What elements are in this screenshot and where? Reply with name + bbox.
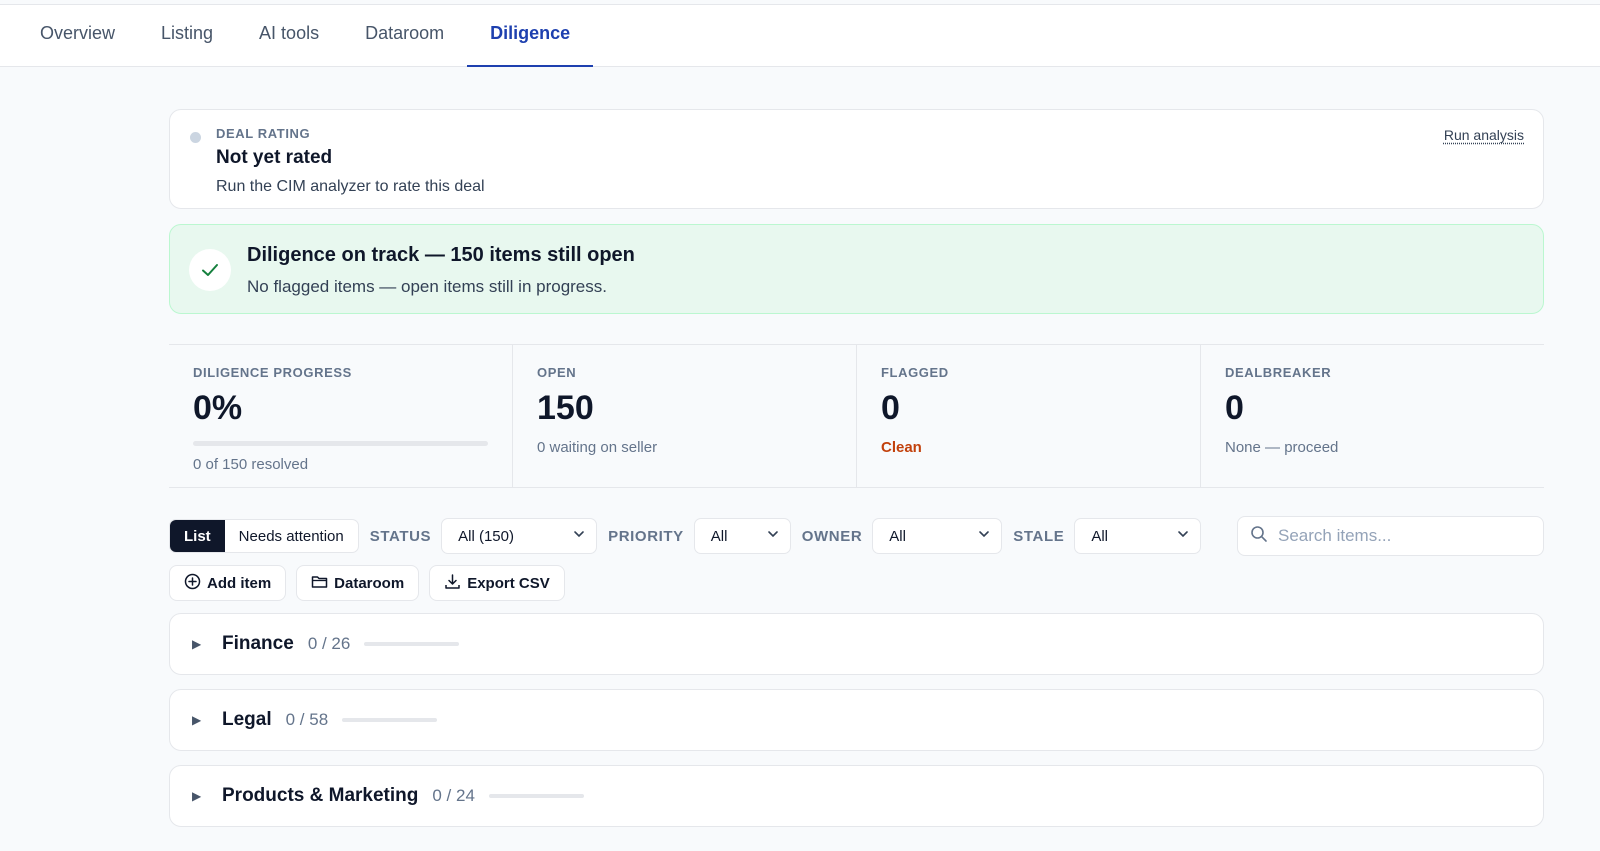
section-count: 0 / 58 <box>285 710 329 729</box>
stat-value: 0 <box>881 389 900 427</box>
stale-select[interactable]: All <box>1074 518 1202 554</box>
folder-icon <box>311 573 328 594</box>
section-list: ▶ Finance 0 / 26 ▶ Legal 0 / 58 ▶ Produc… <box>169 613 1544 827</box>
section-legal[interactable]: ▶ Legal 0 / 58 <box>169 689 1544 751</box>
add-item-label: Add item <box>207 574 272 592</box>
priority-filter-label: PRIORITY <box>608 527 684 545</box>
stat-dealbreaker: DEALBREAKER 0 None — proceed <box>1200 345 1544 487</box>
rating-title: Not yet rated <box>216 147 333 168</box>
plus-circle-icon <box>184 573 201 594</box>
owner-select[interactable]: All <box>872 518 1003 554</box>
chevron-down-icon <box>572 527 586 545</box>
stat-flagged: FLAGGED 0 Clean <box>856 345 1200 487</box>
priority-select-value: All <box>710 527 728 545</box>
dataroom-label: Dataroom <box>334 574 405 592</box>
status-filter-label: STATUS <box>369 527 432 545</box>
stat-note: None — proceed <box>1225 439 1339 457</box>
caret-right-icon[interactable]: ▶ <box>192 789 222 803</box>
status-select[interactable]: All (150) <box>441 518 598 554</box>
tab-dataroom[interactable]: Dataroom <box>342 5 467 66</box>
caret-right-icon[interactable]: ▶ <box>192 637 222 651</box>
rating-subtitle: Run the CIM analyzer to rate this deal <box>216 178 485 195</box>
caret-right-icon[interactable]: ▶ <box>192 713 222 727</box>
stats-row: DILIGENCE PROGRESS 0% 0 of 150 resolved … <box>169 344 1544 488</box>
stat-value: 0% <box>193 389 243 427</box>
owner-select-value: All <box>889 527 906 545</box>
view-list-button[interactable]: List <box>170 520 225 552</box>
tab-listing[interactable]: Listing <box>138 5 236 66</box>
owner-filter-label: OWNER <box>801 527 863 545</box>
tab-bar: Overview Listing AI tools Dataroom Dilig… <box>0 4 1600 67</box>
search-icon <box>1250 525 1268 548</box>
section-name: Legal <box>222 709 272 730</box>
rating-status-dot <box>190 132 201 143</box>
rating-eyebrow: DEAL RATING <box>216 126 311 141</box>
section-progress-bar <box>342 718 438 722</box>
stat-value: 150 <box>537 389 594 427</box>
stat-note: Clean <box>881 439 922 457</box>
search-input[interactable] <box>1278 526 1528 546</box>
filter-bar: List Needs attention STATUS All (150) PR… <box>169 516 1544 556</box>
deal-rating-card: DEAL RATING Not yet rated Run the CIM an… <box>169 109 1544 209</box>
diligence-panel: DEAL RATING Not yet rated Run the CIM an… <box>169 109 1544 827</box>
dataroom-button[interactable]: Dataroom <box>296 565 420 601</box>
view-toggle: List Needs attention <box>169 519 359 553</box>
add-item-button[interactable]: Add item <box>169 565 287 601</box>
stat-label: DEALBREAKER <box>1225 365 1332 380</box>
progress-bar <box>193 441 488 447</box>
action-bar: Add item Dataroom Export CSV <box>169 565 1544 601</box>
check-icon <box>189 249 231 291</box>
run-analysis-link[interactable]: Run analysis <box>1444 127 1524 143</box>
chevron-down-icon <box>1176 527 1190 545</box>
stale-select-value: All <box>1091 527 1108 545</box>
stat-open: OPEN 150 0 waiting on seller <box>512 345 856 487</box>
tabs: Overview Listing AI tools Dataroom Dilig… <box>0 5 1600 67</box>
download-icon <box>444 573 461 594</box>
tab-diligence[interactable]: Diligence <box>467 5 594 67</box>
stat-note: 0 of 150 resolved <box>193 456 309 474</box>
tab-overview[interactable]: Overview <box>17 5 138 66</box>
chevron-down-icon <box>977 527 991 545</box>
banner-title: Diligence on track — 150 items still ope… <box>247 244 635 266</box>
section-finance[interactable]: ▶ Finance 0 / 26 <box>169 613 1544 675</box>
stat-note: 0 waiting on seller <box>537 439 658 457</box>
section-name: Products & Marketing <box>222 785 419 806</box>
stat-label: OPEN <box>537 365 577 380</box>
status-select-value: All (150) <box>458 527 514 545</box>
stat-progress: DILIGENCE PROGRESS 0% 0 of 150 resolved <box>169 345 512 487</box>
diligence-status-banner: Diligence on track — 150 items still ope… <box>169 224 1544 314</box>
export-csv-button[interactable]: Export CSV <box>429 565 565 601</box>
chevron-down-icon <box>766 527 780 545</box>
tab-ai-tools[interactable]: AI tools <box>236 5 342 66</box>
section-name: Finance <box>222 633 294 654</box>
priority-select[interactable]: All <box>693 518 791 554</box>
section-products-marketing[interactable]: ▶ Products & Marketing 0 / 24 <box>169 765 1544 827</box>
search-box <box>1237 516 1544 556</box>
section-count: 0 / 26 <box>307 634 351 653</box>
section-progress-bar <box>488 794 584 798</box>
stat-value: 0 <box>1225 389 1244 427</box>
section-progress-bar <box>364 642 460 646</box>
stale-filter-label: STALE <box>1013 527 1065 545</box>
export-csv-label: Export CSV <box>467 574 550 592</box>
stat-label: DILIGENCE PROGRESS <box>193 365 352 380</box>
view-needs-attention-button[interactable]: Needs attention <box>225 520 358 552</box>
stat-label: FLAGGED <box>881 365 949 380</box>
section-count: 0 / 24 <box>432 786 475 805</box>
banner-subtitle: No flagged items — open items still in p… <box>247 277 607 296</box>
